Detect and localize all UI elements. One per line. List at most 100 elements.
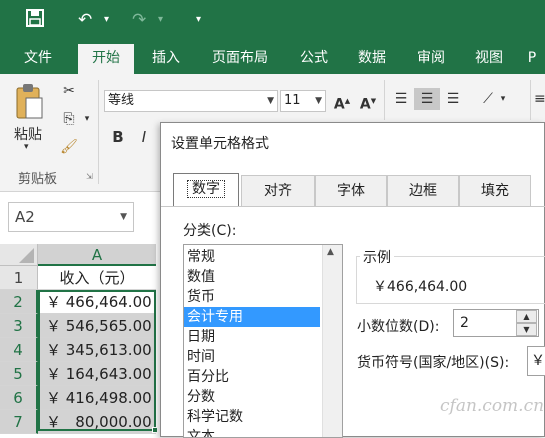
copy-icon[interactable]: ⎘ (58, 108, 80, 130)
list-item[interactable]: 分数 (184, 387, 320, 407)
group-divider (384, 80, 385, 120)
tab-formulas[interactable]: 公式 (288, 42, 340, 74)
list-item-selected[interactable]: 会计专用 (184, 307, 320, 327)
chevron-down-icon[interactable]: ▼ (315, 91, 322, 111)
list-item[interactable]: 科学记数 (184, 407, 320, 427)
worksheet-grid: A 1 收入（元） 2 ￥ 466,464.00 3 ￥ 546,565.00 … (0, 244, 160, 437)
copy-dropdown-icon[interactable]: ▾ (82, 108, 92, 130)
table-cell-header[interactable]: 收入（元） (38, 266, 156, 290)
font-name-combo[interactable]: 等线 ▼ (104, 90, 278, 112)
font-size-value: 11 (284, 93, 301, 108)
category-label: 分类(C): (183, 223, 237, 239)
row-header[interactable]: 1 (0, 266, 38, 290)
tab-review[interactable]: 审阅 (405, 42, 457, 74)
tab-more[interactable]: P (520, 42, 544, 74)
table-cell[interactable]: ￥ 164,643.00 (38, 362, 156, 386)
name-box[interactable]: A2 ▼ (8, 202, 134, 232)
wrap-text-icon[interactable]: ≡ (534, 88, 545, 110)
align-middle-icon[interactable]: ☰ (414, 88, 440, 110)
list-scrollbar[interactable]: ▲ (322, 245, 342, 437)
list-item[interactable]: 日期 (184, 327, 320, 347)
tab-view[interactable]: 视图 (463, 42, 515, 74)
table-cell[interactable]: ￥ 345,613.00 (38, 338, 156, 362)
tab-fill[interactable]: 填充 (459, 175, 531, 206)
customize-icon[interactable]: ▾ (196, 9, 201, 31)
group-divider (98, 80, 99, 184)
table-cell[interactable]: ￥ 466,464.00 (38, 290, 156, 314)
row-header[interactable]: 5 (0, 362, 38, 386)
bold-button[interactable]: B (108, 126, 128, 148)
sample-value: ￥466,464.00 (373, 279, 468, 295)
italic-button[interactable]: I (134, 126, 154, 148)
list-item[interactable]: 时间 (184, 347, 320, 367)
orientation-icon[interactable]: ⟋ (476, 88, 500, 110)
group-divider (530, 80, 531, 120)
list-item[interactable]: 货币 (184, 287, 320, 307)
spin-up-icon[interactable]: ▲ (516, 310, 537, 323)
list-item[interactable]: 百分比 (184, 367, 320, 387)
tab-font[interactable]: 字体 (315, 175, 387, 206)
row-header[interactable]: 6 (0, 386, 38, 410)
format-cells-dialog: 设置单元格格式 数字 对齐 字体 边框 填充 分类(C): 常规 数值 货币 会… (160, 122, 545, 438)
shrink-font-button[interactable]: A▼ (358, 90, 378, 116)
currency-symbol-label: 货币符号(国家/地区)(S): (357, 355, 510, 371)
list-item[interactable]: 数值 (184, 267, 320, 287)
title-bar: ↶ ▾ ↷ ▾ ▾ (0, 0, 545, 42)
tab-number-label: 数字 (187, 180, 225, 198)
chevron-down-icon[interactable]: ▼ (120, 203, 127, 231)
dialog-launcher-icon[interactable]: ⇲ (86, 172, 93, 181)
chevron-down-icon[interactable]: ▼ (267, 91, 274, 111)
row-header[interactable]: 2 (0, 290, 38, 314)
row-header[interactable]: 3 (0, 314, 38, 338)
tab-home[interactable]: 开始 (78, 44, 134, 74)
category-list[interactable]: 常规 数值 货币 会计专用 日期 时间 百分比 分数 科学记数 文本 ▲ (183, 244, 343, 438)
font-size-combo[interactable]: 11 ▼ (280, 90, 326, 112)
tab-insert[interactable]: 插入 (140, 42, 192, 74)
name-box-value: A2 (15, 208, 35, 226)
align-top-icon[interactable]: ☰ (390, 88, 412, 110)
list-item[interactable]: 常规 (184, 247, 320, 267)
undo-icon[interactable]: ↶ (78, 9, 92, 31)
align-bottom-icon[interactable]: ☰ (442, 88, 464, 110)
paste-dropdown-icon[interactable]: ▾ (24, 142, 29, 152)
watermark: cfan.com.cn (440, 396, 545, 416)
dialog-title: 设置单元格格式 (171, 136, 269, 152)
spin-down-icon[interactable]: ▼ (516, 323, 537, 336)
select-all-corner[interactable] (0, 244, 38, 266)
tab-border[interactable]: 边框 (387, 175, 459, 206)
save-icon[interactable] (26, 9, 44, 33)
fill-handle[interactable] (152, 427, 158, 433)
decimal-places-label: 小数位数(D): (357, 319, 440, 335)
column-header-a[interactable]: A (38, 244, 156, 266)
redo-icon: ↷ (132, 10, 147, 30)
row-header[interactable]: 4 (0, 338, 38, 362)
orientation-dropdown-icon[interactable]: ▾ (498, 88, 508, 110)
grow-font-button[interactable]: A▲ (332, 90, 352, 116)
cut-icon[interactable]: ✂ (58, 80, 80, 102)
tab-alignment[interactable]: 对齐 (241, 175, 315, 206)
tab-page-layout[interactable]: 页面布局 (200, 42, 280, 74)
table-cell[interactable]: ￥ 80,000.00 (38, 410, 156, 434)
table-cell[interactable]: ￥ 546,565.00 (38, 314, 156, 338)
font-name-value: 等线 (108, 93, 135, 108)
row-header[interactable]: 7 (0, 410, 38, 434)
format-painter-icon[interactable]: 🖌 (58, 136, 80, 158)
tab-number[interactable]: 数字 (173, 173, 239, 206)
list-item[interactable]: 文本 (184, 427, 320, 437)
tab-file[interactable]: 文件 (10, 42, 66, 74)
shrink-font-label: A (359, 96, 371, 113)
paste-label[interactable]: 粘贴 (14, 124, 42, 144)
redo-dropdown-icon: ▾ (158, 14, 164, 25)
table-cell[interactable]: ￥ 416,498.00 (38, 386, 156, 410)
grow-font-label: A (333, 96, 345, 113)
undo-dropdown-icon[interactable]: ▾ (104, 9, 109, 31)
sample-label: 示例 (360, 247, 394, 267)
currency-symbol-select[interactable]: ￥ (527, 346, 545, 376)
scroll-up-icon[interactable]: ▲ (327, 247, 334, 257)
tab-data[interactable]: 数据 (346, 42, 398, 74)
decimal-places-stepper[interactable]: ▲ ▼ (516, 310, 537, 336)
clipboard-group-label: 剪贴板 (18, 172, 58, 187)
dialog-tabs: 数字 对齐 字体 边框 填充 (161, 173, 545, 207)
ribbon-tabs: 文件 开始 插入 页面布局 公式 数据 审阅 视图 P (0, 42, 545, 74)
paste-icon[interactable] (14, 82, 44, 122)
